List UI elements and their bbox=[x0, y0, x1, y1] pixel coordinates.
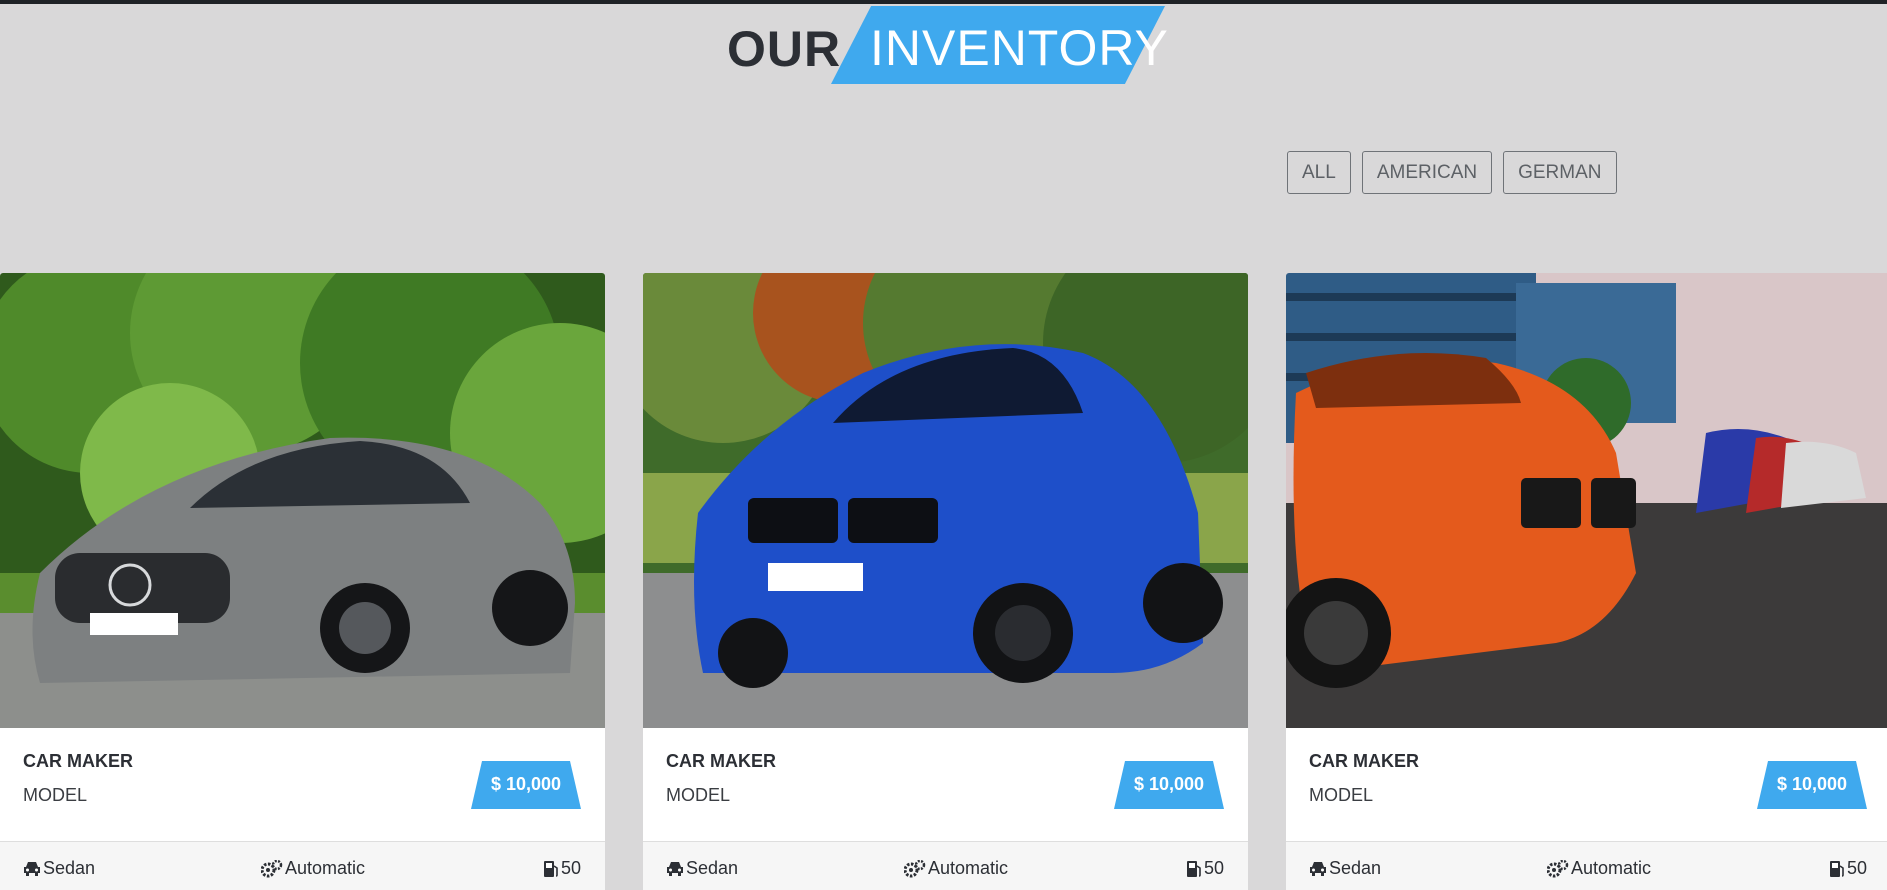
car-icon bbox=[1310, 861, 1326, 876]
car-maker: CAR MAKER bbox=[666, 751, 776, 771]
price-badge: $ 10,000 bbox=[471, 761, 581, 809]
transmission-label: Automatic bbox=[928, 858, 1009, 878]
top-border bbox=[0, 0, 1887, 4]
feature-transmission: Automatic bbox=[904, 858, 1008, 879]
feature-fuel: 50 bbox=[543, 858, 581, 879]
car-features: Sedan Automatic 50 bbox=[1286, 841, 1887, 890]
price-text: $ 10,000 bbox=[490, 774, 562, 794]
car-model: MODEL bbox=[23, 785, 88, 805]
fuel-label: 50 bbox=[1203, 858, 1224, 878]
body-type-label: Sedan bbox=[1329, 858, 1382, 878]
car-maker: CAR MAKER bbox=[23, 751, 133, 771]
feature-body-type: Sedan bbox=[23, 858, 95, 879]
car-photo[interactable] bbox=[643, 273, 1248, 728]
title-our: OUR bbox=[727, 21, 842, 77]
transmission-label: Automatic bbox=[1571, 858, 1652, 878]
car-icon bbox=[667, 861, 683, 876]
fuel-label: 50 bbox=[1846, 858, 1867, 878]
fuel-label: 50 bbox=[560, 858, 581, 878]
car-card[interactable]: CAR MAKER MODEL $ 10,000 Sedan Automatic… bbox=[1286, 273, 1887, 890]
gears-icon bbox=[904, 859, 926, 877]
car-icon bbox=[24, 861, 40, 876]
car-model: MODEL bbox=[666, 785, 731, 805]
car-maker: CAR MAKER bbox=[1309, 751, 1419, 771]
price-badge: $ 10,000 bbox=[1757, 761, 1867, 809]
filter-all-button[interactable]: ALL bbox=[1287, 151, 1351, 194]
gears-icon bbox=[261, 859, 283, 877]
car-card[interactable]: CAR MAKER MODEL $ 10,000 Sedan Automatic… bbox=[0, 273, 605, 890]
car-photo[interactable] bbox=[1286, 273, 1887, 728]
body-type-label: Sedan bbox=[43, 858, 96, 878]
feature-transmission: Automatic bbox=[261, 858, 365, 879]
filter-german-button[interactable]: GERMAN bbox=[1503, 151, 1617, 194]
price-badge: $ 10,000 bbox=[1114, 761, 1224, 809]
title-inventory: INVENTORY bbox=[870, 20, 1169, 76]
price-text: $ 10,000 bbox=[1776, 774, 1848, 794]
car-features: Sedan Automatic 50 bbox=[0, 841, 605, 890]
price-text: $ 10,000 bbox=[1133, 774, 1205, 794]
car-photo[interactable] bbox=[0, 273, 605, 728]
feature-body-type: Sedan bbox=[666, 858, 738, 879]
section-title: OUR INVENTORY bbox=[727, 6, 1197, 84]
car-model: MODEL bbox=[1309, 785, 1374, 805]
filter-bar: ALL AMERICAN GERMAN bbox=[1287, 151, 1617, 194]
gas-pump-icon bbox=[1186, 860, 1201, 877]
feature-fuel: 50 bbox=[1186, 858, 1224, 879]
gears-icon bbox=[1547, 859, 1569, 877]
feature-transmission: Automatic bbox=[1547, 858, 1651, 879]
car-features: Sedan Automatic 50 bbox=[643, 841, 1248, 890]
filter-american-button[interactable]: AMERICAN bbox=[1361, 151, 1493, 194]
body-type-label: Sedan bbox=[686, 858, 739, 878]
feature-fuel: 50 bbox=[1829, 858, 1867, 879]
gas-pump-icon bbox=[1829, 860, 1844, 877]
gas-pump-icon bbox=[543, 860, 558, 877]
transmission-label: Automatic bbox=[285, 858, 366, 878]
car-card[interactable]: CAR MAKER MODEL $ 10,000 Sedan Automatic… bbox=[643, 273, 1248, 890]
feature-body-type: Sedan bbox=[1309, 858, 1381, 879]
